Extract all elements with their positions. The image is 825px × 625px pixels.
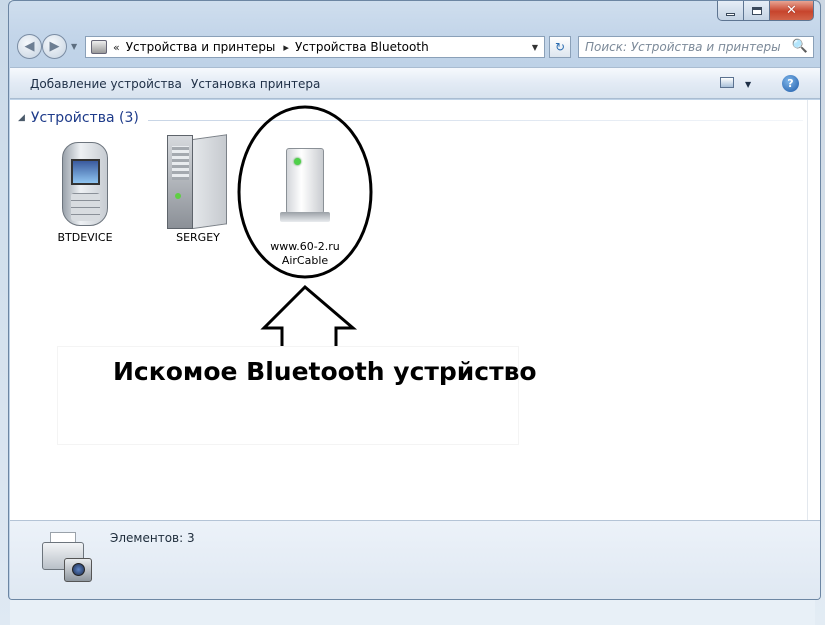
- content-pane: ◢ Устройства (3) BTDEVICE SERGEY www.60-…: [10, 100, 807, 520]
- item-count: Элементов: 3: [110, 531, 195, 545]
- highlight-ellipse: [237, 105, 373, 279]
- recent-pages-dropdown[interactable]: ▼: [71, 42, 77, 51]
- view-dropdown-icon[interactable]: ▼: [745, 80, 751, 89]
- search-placeholder: Поиск: Устройства и принтеры: [585, 40, 781, 54]
- breadcrumb-separator-icon[interactable]: ▸: [283, 41, 289, 54]
- help-icon[interactable]: ?: [782, 75, 799, 92]
- forward-button[interactable]: ▶: [42, 34, 67, 59]
- address-overflow-chevron[interactable]: «: [113, 41, 120, 54]
- address-dropdown-icon[interactable]: ▼: [532, 43, 538, 52]
- devices-and-printers-icon: [34, 528, 94, 588]
- back-button[interactable]: ◀: [17, 34, 42, 59]
- navigation-bar: ◀ ▶ ▼ « Устройства и принтеры ▸ Устройст…: [13, 33, 818, 61]
- refresh-icon: ↻: [554, 40, 566, 54]
- annotation-overlay: [237, 105, 373, 354]
- details-pane: Элементов: 3: [10, 520, 820, 599]
- refresh-button[interactable]: ↻: [549, 36, 571, 58]
- breadcrumb-bluetooth-devices[interactable]: Устройства Bluetooth: [295, 40, 429, 54]
- close-button[interactable]: ✕: [770, 1, 814, 21]
- up-arrow-icon: [260, 284, 358, 354]
- caption-buttons: ✕: [717, 1, 814, 21]
- add-printer-button[interactable]: Установка принтера: [191, 77, 320, 91]
- vertical-scrollbar[interactable]: [807, 100, 820, 520]
- change-view-icon[interactable]: [720, 77, 734, 88]
- search-input[interactable]: Поиск: Устройства и принтеры 🔍: [578, 36, 814, 58]
- back-arrow-icon: ◀: [24, 39, 35, 54]
- maximize-button[interactable]: [744, 1, 770, 21]
- address-bar[interactable]: « Устройства и принтеры ▸ Устройства Blu…: [85, 36, 545, 58]
- command-bar: Добавление устройства Установка принтера…: [10, 67, 820, 99]
- annotation-caption: Искомое Bluetooth устрйство: [113, 357, 537, 386]
- explorer-window: ✕ ◀ ▶ ▼ « Устройства и принтеры ▸ Устрой…: [8, 0, 821, 600]
- add-device-button[interactable]: Добавление устройства: [30, 77, 182, 91]
- devices-folder-icon: [91, 40, 107, 54]
- minimize-button[interactable]: [717, 1, 744, 21]
- breadcrumb-devices-and-printers[interactable]: Устройства и принтеры: [126, 40, 276, 54]
- minimize-icon: [726, 12, 735, 16]
- search-icon[interactable]: 🔍: [792, 39, 808, 54]
- maximize-icon: [751, 6, 762, 15]
- forward-arrow-icon: ▶: [49, 39, 60, 54]
- close-icon: ✕: [786, 3, 797, 18]
